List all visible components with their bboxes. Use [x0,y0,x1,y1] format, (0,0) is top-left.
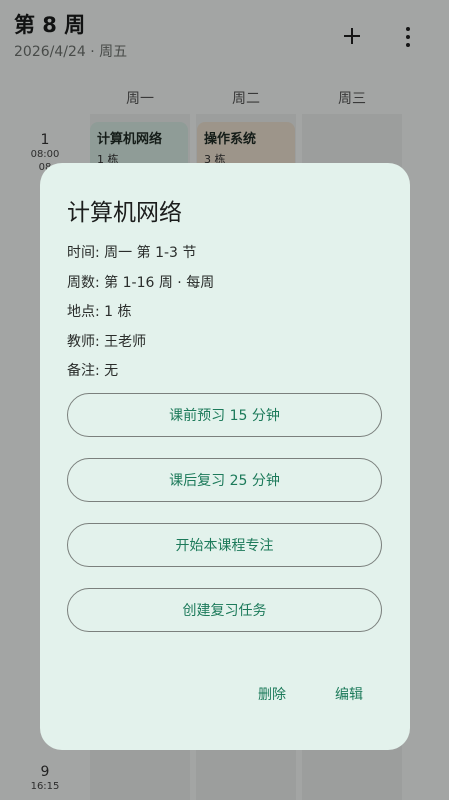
preview-button[interactable]: 课前预习 15 分钟 [67,393,382,437]
note-info: 备注: 无 [67,363,119,379]
review-button[interactable]: 课后复习 25 分钟 [67,458,382,502]
edit-button[interactable]: 编辑 [335,684,363,704]
location-info: 地点: 1 栋 [67,304,132,320]
course-detail-dialog: 计算机网络 时间: 周一 第 1-3 节 周数: 第 1-16 周 · 每周 地… [40,163,410,750]
delete-button[interactable]: 删除 [258,684,286,704]
teacher-info: 教师: 王老师 [67,334,147,350]
time-info: 时间: 周一 第 1-3 节 [67,245,197,261]
start-focus-button[interactable]: 开始本课程专注 [67,523,382,567]
dialog-title: 计算机网络 [67,200,182,226]
create-review-task-button[interactable]: 创建复习任务 [67,588,382,632]
weeks-info: 周数: 第 1-16 周 · 每周 [67,275,215,291]
